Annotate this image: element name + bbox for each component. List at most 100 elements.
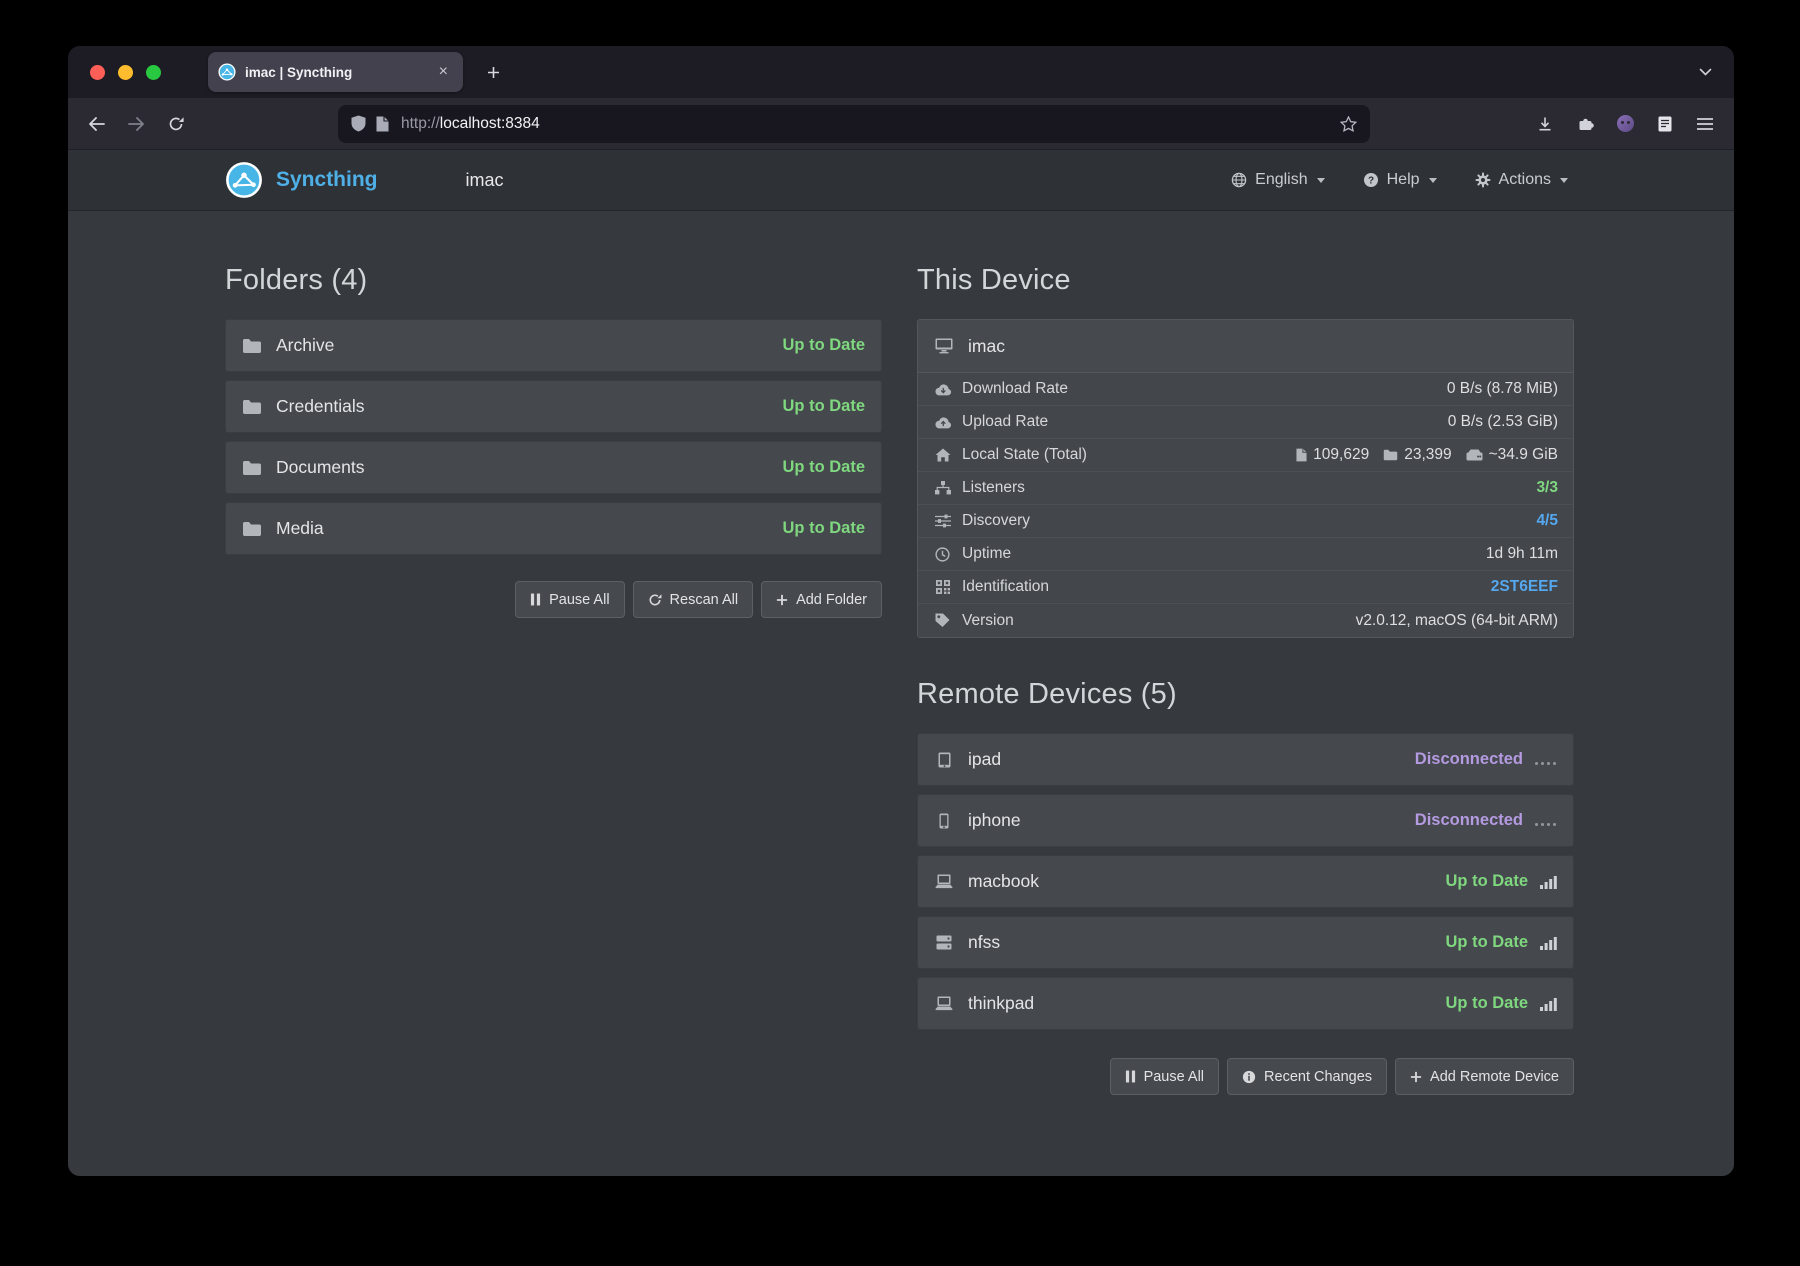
add-folder-button[interactable]: Add Folder: [761, 581, 882, 618]
folder-icon: [242, 460, 262, 476]
tab-title: imac | Syncthing: [245, 65, 425, 80]
pause-icon: [1125, 1070, 1136, 1083]
local-state-folders: 23,399: [1404, 446, 1451, 464]
url-host: localhost:8384: [440, 115, 540, 132]
zoom-window-button[interactable]: [146, 65, 161, 80]
tablet-icon: [934, 752, 954, 768]
info-icon: [1242, 1070, 1256, 1084]
browser-tab-bar: imac | Syncthing ×: [68, 46, 1734, 98]
folder-icon: [242, 399, 262, 415]
back-button[interactable]: [78, 106, 114, 142]
help-menu-label: Help: [1387, 171, 1420, 189]
folder-status: Up to Date: [783, 397, 866, 416]
new-tab-button[interactable]: [477, 56, 509, 88]
stat-value: 0 B/s (2.53 GiB): [1448, 413, 1558, 431]
toolbar-right-icons: [1528, 107, 1722, 141]
forward-button[interactable]: [118, 106, 154, 142]
device-row-iphone[interactable]: iphone Disconnected: [917, 794, 1574, 847]
window-controls: [68, 65, 161, 80]
browser-window: imac | Syncthing × http://localhost:8: [68, 46, 1734, 1176]
device-row-nfss[interactable]: nfss Up to Date: [917, 916, 1574, 969]
device-row-ipad[interactable]: ipad Disconnected: [917, 733, 1574, 786]
folder-name: Media: [276, 518, 324, 539]
stat-label: Version: [962, 612, 1014, 630]
folder-row-archive[interactable]: Archive Up to Date: [225, 319, 882, 372]
this-device-panel: imac Download Rate 0 B/s (8.78 MiB) Uplo…: [917, 319, 1574, 638]
signal-bars-icon: [1540, 997, 1557, 1011]
device-name: ipad: [968, 749, 1001, 770]
list-all-tabs-chevron-icon[interactable]: [1699, 68, 1712, 77]
add-folder-label: Add Folder: [796, 592, 867, 608]
folder-row-media[interactable]: Media Up to Date: [225, 502, 882, 555]
language-menu-label: English: [1255, 171, 1307, 189]
tab-close-icon[interactable]: ×: [434, 62, 453, 82]
reader-view-icon[interactable]: [1648, 107, 1682, 141]
rescan-all-button[interactable]: Rescan All: [633, 581, 754, 618]
device-row-macbook[interactable]: macbook Up to Date: [917, 855, 1574, 908]
laptop-icon: [934, 996, 954, 1011]
folder-row-credentials[interactable]: Credentials Up to Date: [225, 380, 882, 433]
folders-actions: Pause All Rescan All Add Folder: [225, 581, 882, 618]
actions-menu-label: Actions: [1499, 171, 1551, 189]
extensions-puzzle-icon[interactable]: [1568, 107, 1602, 141]
folder-row-documents[interactable]: Documents Up to Date: [225, 441, 882, 494]
local-state-files: 109,629: [1313, 446, 1369, 464]
syncthing-logo[interactable]: [225, 161, 263, 199]
brand-name[interactable]: Syncthing: [276, 168, 378, 192]
tag-icon: [933, 613, 952, 628]
disconnected-dots-icon: [1535, 762, 1557, 765]
stat-row-upload-rate: Upload Rate 0 B/s (2.53 GiB): [918, 406, 1573, 439]
navbar-menus: English ? Help Actions: [1231, 171, 1568, 189]
folder-status: Up to Date: [783, 458, 866, 477]
stat-row-version: Version v2.0.12, macOS (64-bit ARM): [918, 604, 1573, 637]
language-menu[interactable]: English: [1231, 171, 1324, 189]
this-device-header[interactable]: imac: [918, 320, 1573, 373]
plus-icon: [1410, 1071, 1422, 1083]
pause-all-devices-label: Pause All: [1144, 1069, 1204, 1085]
pause-all-label: Pause All: [549, 592, 609, 608]
folder-icon: [1383, 449, 1398, 461]
bookmark-star-icon[interactable]: [1340, 116, 1357, 132]
device-name: nfss: [968, 932, 1000, 953]
device-row-thinkpad[interactable]: thinkpad Up to Date: [917, 977, 1574, 1030]
folder-name: Archive: [276, 335, 334, 356]
add-remote-device-label: Add Remote Device: [1430, 1069, 1559, 1085]
device-id-link[interactable]: 2ST6EEF: [1491, 578, 1558, 596]
folder-icon: [242, 338, 262, 354]
pause-all-devices-button[interactable]: Pause All: [1110, 1058, 1219, 1095]
browser-tab[interactable]: imac | Syncthing ×: [208, 52, 463, 92]
extension-addon-icon[interactable]: [1608, 107, 1642, 141]
stat-label: Discovery: [962, 512, 1030, 530]
reload-button[interactable]: [158, 106, 194, 142]
stat-label: Upload Rate: [962, 413, 1048, 431]
recent-changes-button[interactable]: Recent Changes: [1227, 1058, 1387, 1095]
sitemap-icon: [933, 481, 952, 495]
minimize-window-button[interactable]: [118, 65, 133, 80]
menu-hamburger-icon[interactable]: [1688, 107, 1722, 141]
cloud-upload-icon: [933, 416, 952, 429]
page-title: imac: [466, 170, 504, 191]
folder-name: Credentials: [276, 396, 365, 417]
close-window-button[interactable]: [90, 65, 105, 80]
main-content: Folders (4) Archive Up to Date Credentia…: [68, 210, 1734, 1176]
downloads-icon[interactable]: [1528, 107, 1562, 141]
pause-icon: [530, 593, 541, 606]
help-menu[interactable]: ? Help: [1363, 171, 1437, 189]
address-bar[interactable]: http://localhost:8384: [338, 105, 1370, 143]
pause-all-folders-button[interactable]: Pause All: [515, 581, 624, 618]
hdd-icon: [1466, 449, 1483, 462]
actions-menu[interactable]: Actions: [1475, 171, 1568, 189]
stat-row-download-rate: Download Rate 0 B/s (8.78 MiB): [918, 373, 1573, 406]
folders-heading: Folders (4): [225, 264, 882, 297]
cloud-download-icon: [933, 383, 952, 396]
stat-label: Identification: [962, 578, 1049, 596]
page-info-icon[interactable]: [376, 116, 389, 132]
phone-icon: [934, 813, 954, 829]
refresh-icon: [648, 593, 662, 607]
remote-devices-heading: Remote Devices (5): [917, 678, 1574, 711]
this-device-name: imac: [968, 336, 1005, 357]
add-remote-device-button[interactable]: Add Remote Device: [1395, 1058, 1574, 1095]
tracking-protection-shield-icon[interactable]: [351, 115, 366, 132]
sliders-icon: [933, 514, 952, 528]
recent-changes-label: Recent Changes: [1264, 1069, 1372, 1085]
